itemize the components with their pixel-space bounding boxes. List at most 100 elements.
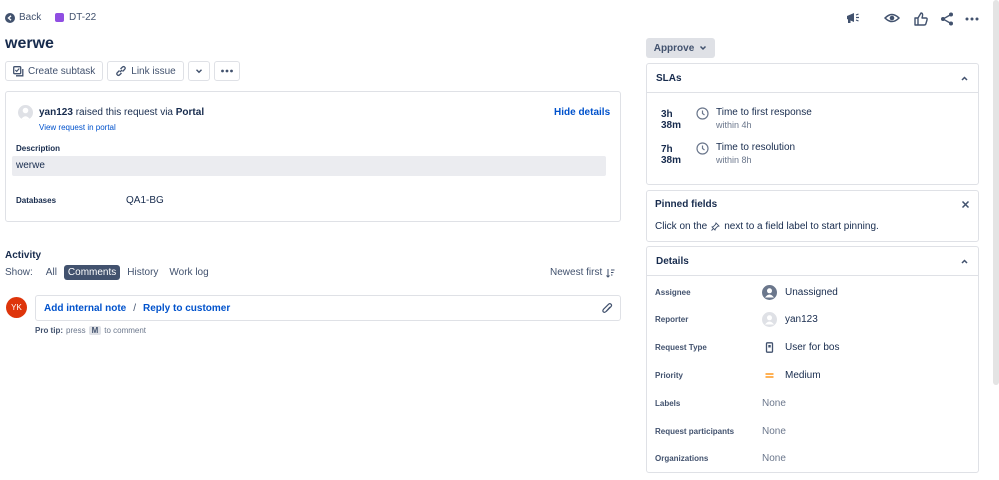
pinned-heading: Pinned fields — [655, 199, 718, 210]
pinned-fields-panel: Pinned fields Click on the next to a fie… — [646, 190, 979, 242]
share-icon — [941, 12, 953, 26]
pro-tip-label: Pro tip: — [35, 326, 63, 335]
raised-by-user[interactable]: yan123 — [39, 107, 73, 118]
details-heading: Details — [656, 255, 689, 267]
priority-label: Priority — [655, 370, 684, 380]
toolbar-more-button[interactable] — [213, 61, 240, 81]
pinned-hint-before: Click on the — [655, 221, 708, 232]
databases-value[interactable]: QA1-BG — [126, 195, 164, 206]
slas-panel: SLAs 3h 38m Time to first response withi… — [646, 63, 979, 185]
chevron-up-icon — [961, 75, 968, 81]
sla-target: within 8h — [716, 155, 752, 165]
detail-row-participants: Request participants None — [655, 423, 971, 439]
sla-item: 3h 38m Time to first response within 4h — [661, 107, 812, 131]
reporter-label: Reporter — [655, 314, 689, 324]
assignee-field[interactable]: Unassigned — [762, 284, 838, 300]
sla-time: 7h 38m — [661, 144, 682, 166]
labels-label: Labels — [655, 398, 681, 408]
user-icon — [20, 107, 31, 120]
participants-value[interactable]: None — [762, 426, 786, 437]
description-value[interactable]: werwe — [12, 156, 606, 176]
sla-item: 7h 38m Time to resolution within 8h — [661, 142, 795, 166]
user-avatar-icon — [762, 311, 777, 327]
assignee-label: Assignee — [655, 287, 691, 297]
organizations-label: Organizations — [655, 453, 709, 463]
current-user-avatar: YK — [6, 297, 27, 318]
details-panel: Details Assignee Unassigned Reporter yan… — [646, 246, 979, 473]
vote-button[interactable] — [913, 11, 929, 27]
unassigned-avatar-icon — [762, 284, 777, 300]
issue-toolbar: Create subtask Link issue — [5, 61, 240, 81]
more-icon — [220, 69, 233, 73]
watch-button[interactable] — [884, 10, 900, 26]
raised-channel: Portal — [175, 107, 205, 118]
organizations-value[interactable]: None — [762, 453, 786, 464]
add-internal-note-link[interactable]: Add internal note — [44, 303, 126, 314]
back-label: Back — [19, 12, 42, 23]
more-actions-button[interactable] — [964, 11, 980, 27]
request-type-value: User for bos — [785, 341, 840, 353]
thumbs-up-icon — [914, 12, 928, 26]
details-header[interactable]: Details — [647, 247, 978, 276]
reporter-field[interactable]: yan123 — [762, 311, 818, 327]
link-issue-button[interactable]: Link issue — [107, 61, 184, 81]
priority-field[interactable]: Medium — [762, 370, 821, 381]
reporter-avatar — [18, 105, 33, 120]
reply-to-customer-link[interactable]: Reply to customer — [143, 303, 230, 314]
sort-order-button[interactable]: Newest first — [550, 267, 615, 278]
detail-row-priority: Priority Medium — [655, 367, 971, 383]
request-type-field[interactable]: User for bos — [762, 342, 839, 353]
eye-icon — [884, 13, 900, 23]
filter-all[interactable]: All — [42, 265, 61, 280]
link-issue-dropdown-button[interactable] — [187, 61, 210, 81]
issue-key-label: DT-22 — [69, 12, 97, 23]
labels-value[interactable]: None — [762, 398, 786, 409]
close-icon[interactable] — [961, 200, 970, 209]
pin-icon — [711, 222, 721, 231]
participants-label: Request participants — [655, 426, 735, 436]
sla-time: 3h 38m — [661, 109, 682, 131]
activity-heading: Activity — [5, 250, 42, 261]
priority-value: Medium — [785, 369, 821, 381]
sort-icon — [606, 268, 615, 278]
pro-tip-press: press — [66, 326, 86, 335]
link-icon — [116, 65, 127, 77]
sla-name: Time to resolution — [716, 142, 796, 153]
slas-heading: SLAs — [656, 72, 682, 84]
filter-work-log[interactable]: Work log — [165, 265, 212, 280]
chevron-down-icon — [195, 69, 202, 74]
issue-title[interactable]: werwe — [5, 35, 54, 53]
raised-text: raised this request via — [75, 107, 173, 118]
issue-key-link[interactable]: DT-22 — [55, 12, 96, 23]
hide-details-link[interactable]: Hide details — [554, 107, 610, 118]
create-subtask-button[interactable]: Create subtask — [5, 61, 104, 81]
share-button[interactable] — [939, 11, 955, 27]
description-label: Description — [16, 144, 61, 153]
pro-tip-key: M — [88, 326, 102, 335]
approve-button[interactable]: Approve — [646, 38, 715, 58]
slas-header[interactable]: SLAs — [647, 64, 978, 93]
show-label: Show: — [5, 267, 33, 278]
back-button[interactable]: Back — [5, 12, 41, 23]
detail-row-assignee: Assignee Unassigned — [655, 284, 971, 300]
more-icon — [965, 17, 979, 21]
raised-by-line: yan123 raised this request via Portal — [39, 107, 204, 118]
subtask-icon — [13, 65, 24, 76]
sla-target: within 4h — [716, 120, 752, 130]
filter-history[interactable]: History — [123, 265, 162, 280]
pro-tip: Pro tip: press M to comment — [35, 326, 146, 335]
view-request-link[interactable]: View request in portal — [39, 123, 116, 132]
request-details-card: yan123 raised this request via Portal Vi… — [5, 91, 621, 222]
detail-row-labels: Labels None — [655, 395, 971, 411]
feedback-button[interactable] — [845, 10, 861, 26]
sla-name: Time to first response — [716, 107, 812, 118]
scrollbar[interactable] — [993, 0, 999, 385]
filter-comments[interactable]: Comments — [63, 265, 121, 280]
sort-order-label: Newest first — [550, 267, 603, 278]
detail-row-reporter: Reporter yan123 — [655, 311, 971, 327]
databases-label: Databases — [16, 196, 57, 205]
pro-tip-suffix: to comment — [104, 326, 147, 335]
comment-box[interactable]: Add internal note / Reply to customer — [35, 295, 621, 321]
megaphone-icon — [847, 13, 859, 23]
paperclip-icon[interactable] — [601, 302, 613, 315]
